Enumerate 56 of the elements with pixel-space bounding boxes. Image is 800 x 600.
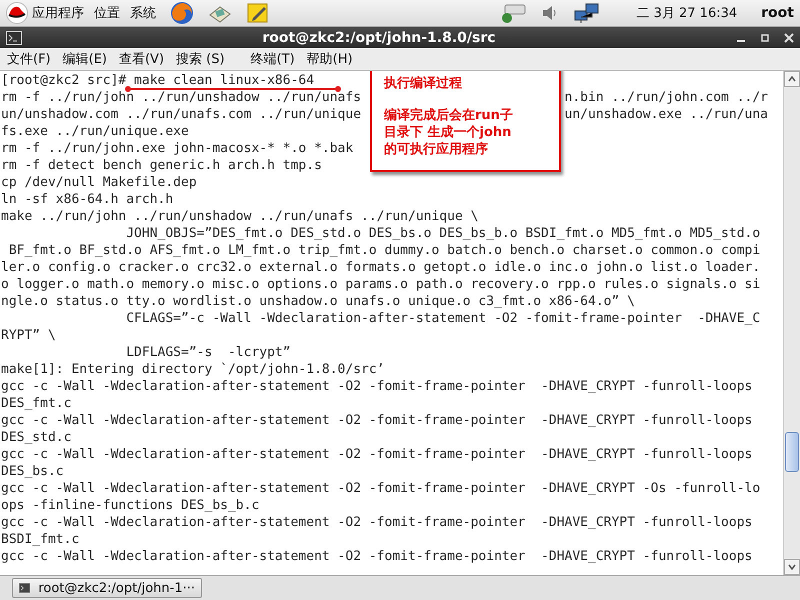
terminal-line: BF_fmt.o BF_std.o AFS_fmt.o LM_fmt.o trip_fmt.o dummy.o batch.o bench.o charset.o common.o compi — [8, 243, 760, 258]
menu-item[interactable]: 查看(V) — [118, 50, 164, 68]
terminal-line: un/unshadow.com ../run/unafs.com ../run/unique — [1, 107, 362, 122]
network-icon[interactable] — [574, 2, 600, 24]
terminal-line: gcc -c -Wall -Wdeclaration-after-statement -O2 -fomit-frame-pointer -DHAVE_CRYPT -funroll-loops — [1, 447, 752, 462]
maximize-icon[interactable] — [760, 32, 770, 42]
terminal-line: cp /dev/null Makefile.dep — [1, 175, 197, 190]
terminal-line: rm -f ../run/john ../run/unshadow ../run/unafs — [1, 90, 362, 105]
terminal-line: rm -f detect bench generic.h arch.h tmp.s — [1, 158, 322, 173]
terminal-line: gcc -c -Wall -Wdeclaration-after-statement -O2 -fomit-frame-pointer -DHAVE_CRYPT -funroll-loops — [1, 515, 752, 530]
terminal-line: DES_std.c — [1, 430, 72, 445]
terminal-line: o logger.o math.o memory.o misc.o options.o params.o path.o recovery.o rpp.o rules.o signals.o si — [1, 277, 760, 292]
taskbar-button[interactable]: root@zkc2:/opt/john-1··· — [12, 578, 202, 598]
menu-item[interactable]: 帮助(H) — [306, 50, 353, 68]
notepad-icon[interactable] — [246, 1, 270, 25]
panel-menu[interactable]: 系统 — [130, 4, 156, 22]
terminal-line: gcc -c -Wall -Wdeclaration-after-statement -O2 -fomit-frame-pointer -DHAVE_CRYPT -funroll-loops — [1, 379, 752, 394]
menu-item[interactable]: 终端(T) — [250, 50, 295, 68]
terminal-line: LDFLAGS=”-s -lcrypt” — [125, 345, 291, 360]
terminal-line: CFLAGS=”-c -Wall -Wdeclaration-after-statement -O2 -fomit-frame-pointer -DHAVE_C — [125, 311, 760, 326]
terminal-line: ngle.o status.o tty.o wordlist.o unshadow.o unafs.o unique.o c3_fmt.o x86-64.o” \ — [1, 294, 635, 309]
terminal-line: fs.exe ../run/unique.exe — [1, 124, 189, 139]
terminal-line: [root@zkc2 src]# make clean linux-x86-64 — [1, 73, 314, 88]
terminal-line: JOHN_OBJS=”DES_fmt.o DES_std.o DES_bs.o DES_bs_b.o BSDI_fmt.o MD5_fmt.o MD5_std.o — [125, 226, 760, 241]
menu-item[interactable]: 编辑(E) — [62, 50, 107, 68]
terminal-line: DES_bs.c — [1, 464, 64, 479]
window-title: root@zkc2:/opt/john-1.8.0/src — [261, 30, 497, 46]
terminal-line: BSDI_fmt.c — [1, 532, 80, 547]
terminal-line: ln -sf x86-64.h arch.h — [1, 192, 174, 207]
terminal-line: make[1]: Entering directory `/opt/john-1.8.0/src’ — [1, 362, 385, 377]
hat-icon[interactable] — [6, 2, 28, 24]
terminal-line: rm -f ../run/john.exe john-macosx-* *.o *.bak — [1, 141, 354, 156]
menu-item[interactable]: 搜索 (S) — [176, 50, 225, 68]
terminal-line: gcc -c -Wall -Wdeclaration-after-statement -O2 -fomit-frame-pointer -DHAVE_CRYPT -funroll-loops — [1, 413, 752, 428]
close-icon[interactable] — [784, 32, 794, 42]
terminal-line: make ../run/john ../run/unshadow ../run/unafs ../run/unique \ — [1, 209, 478, 224]
terminal-line: RYPT” \ — [1, 328, 56, 343]
scroll-thumb[interactable] — [785, 432, 799, 472]
panel-menu[interactable]: 应用程序 — [32, 4, 84, 22]
terminal-line: ler.o config.o cracker.o crc32.o external.o formats.o getopt.o idle.o inc.o john.o list.o loader. — [1, 260, 760, 275]
terminal-line: DES_fmt.c — [1, 396, 72, 411]
annotation-heading: 执行编译过程 — [384, 75, 463, 92]
terminal-line: gcc -c -Wall -Wdeclaration-after-statement -O2 -fomit-frame-pointer -DHAVE_CRYPT -funroll-loops — [1, 549, 752, 564]
menu-item[interactable]: 文件(F) — [7, 50, 51, 68]
globe-icon[interactable] — [170, 1, 194, 25]
terminal-line: gcc -c -Wall -Wdeclaration-after-statement -O2 -fomit-frame-pointer -DHAVE_CRYPT -Os -funroll-lo — [1, 481, 760, 496]
terminal-line: ops -finline-functions DES_bs_b.c — [1, 498, 260, 513]
terminal-icon — [19, 581, 30, 595]
clock[interactable]: 二 3月 27 16:34 — [636, 4, 738, 22]
panel-menu[interactable]: 位置 — [94, 4, 120, 22]
terminal-line: un/unshadow.exe ../run/una — [564, 107, 768, 122]
scrollbar[interactable] — [783, 71, 800, 575]
terminal-line: n.bin ../run/john.com ../r — [564, 90, 768, 105]
annotation-text: 编译完成后会在run子 目录下 生成一个john 的可执行应用程序 — [384, 107, 514, 158]
user-name[interactable]: root — [761, 5, 794, 21]
terminal-icon — [6, 30, 22, 44]
